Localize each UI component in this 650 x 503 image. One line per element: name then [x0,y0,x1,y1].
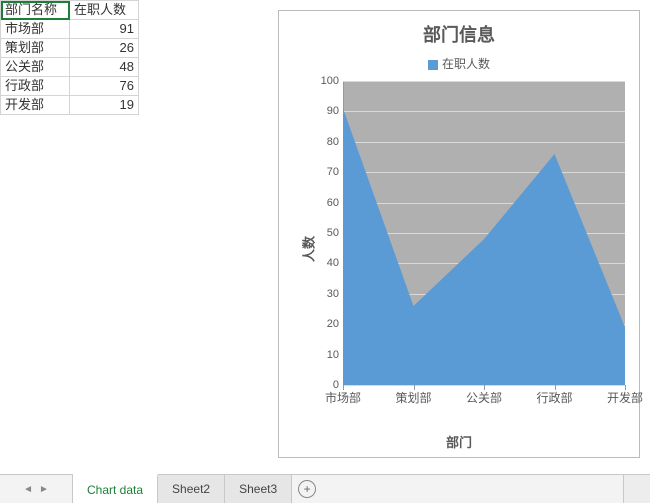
cell-dept[interactable]: 市场部 [1,20,70,39]
y-tick-label: 60 [327,197,339,209]
tab-sheet2[interactable]: Sheet2 [158,475,225,503]
cell-count[interactable]: 48 [70,58,139,77]
header-count[interactable]: 在职人数 [70,1,139,20]
tab-scroll-spacer [623,475,650,503]
cell-dept[interactable]: 公关部 [1,58,70,77]
x-tick-label: 策划部 [395,389,431,406]
y-tick-label: 100 [321,75,339,87]
table-row[interactable]: 开发部 19 [1,96,139,115]
data-table: 部门名称 在职人数 市场部 91 策划部 26 公关部 48 行政部 76 开发… [0,0,139,115]
nav-prev-icon[interactable]: ◄ [23,484,33,495]
x-tick-label: 行政部 [536,389,572,406]
cell-count[interactable]: 91 [70,20,139,39]
chart-legend: 在职人数 [279,55,639,72]
legend-label: 在职人数 [442,57,490,71]
cell-dept[interactable]: 开发部 [1,96,70,115]
x-tick-label: 开发部 [607,389,643,406]
x-tick-label: 公关部 [466,389,502,406]
y-axis-label: 人数 [299,236,318,262]
tab-nav-arrows[interactable]: ◄ ► [0,475,73,503]
table-row[interactable]: 策划部 26 [1,39,139,58]
cell-dept[interactable]: 策划部 [1,39,70,58]
y-tick-label: 70 [327,166,339,178]
cell-dept[interactable]: 行政部 [1,77,70,96]
sheet-tab-bar: ◄ ► Chart data Sheet2 Sheet3 + [0,474,650,503]
area-series [343,108,625,385]
nav-next-icon[interactable]: ► [39,484,49,495]
cell-count[interactable]: 19 [70,96,139,115]
legend-swatch-icon [428,60,438,70]
table-row[interactable]: 行政部 76 [1,77,139,96]
chart-container[interactable]: 部门信息 在职人数 人数 0102030405060708090100市场部策划… [278,10,640,458]
plus-icon: + [298,480,316,498]
tab-chart-data[interactable]: Chart data [73,474,158,503]
plot-area: 0102030405060708090100市场部策划部公关部行政部开发部 [343,81,625,385]
y-tick-label: 50 [327,227,339,239]
chart-title: 部门信息 [279,21,639,47]
x-tick-label: 市场部 [325,389,361,406]
y-tick-label: 90 [327,105,339,117]
table-row[interactable]: 公关部 48 [1,58,139,77]
header-dept[interactable]: 部门名称 [1,1,70,20]
y-tick-label: 40 [327,257,339,269]
cell-count[interactable]: 26 [70,39,139,58]
x-axis-label: 部门 [279,432,639,451]
y-tick-label: 30 [327,288,339,300]
y-tick-label: 20 [327,318,339,330]
y-tick-label: 80 [327,136,339,148]
y-tick-label: 10 [327,349,339,361]
cell-count[interactable]: 76 [70,77,139,96]
table-row[interactable]: 市场部 91 [1,20,139,39]
worksheet-area[interactable]: 部门名称 在职人数 市场部 91 策划部 26 公关部 48 行政部 76 开发… [0,0,650,475]
tab-sheet3[interactable]: Sheet3 [225,475,292,503]
add-sheet-button[interactable]: + [292,475,322,503]
